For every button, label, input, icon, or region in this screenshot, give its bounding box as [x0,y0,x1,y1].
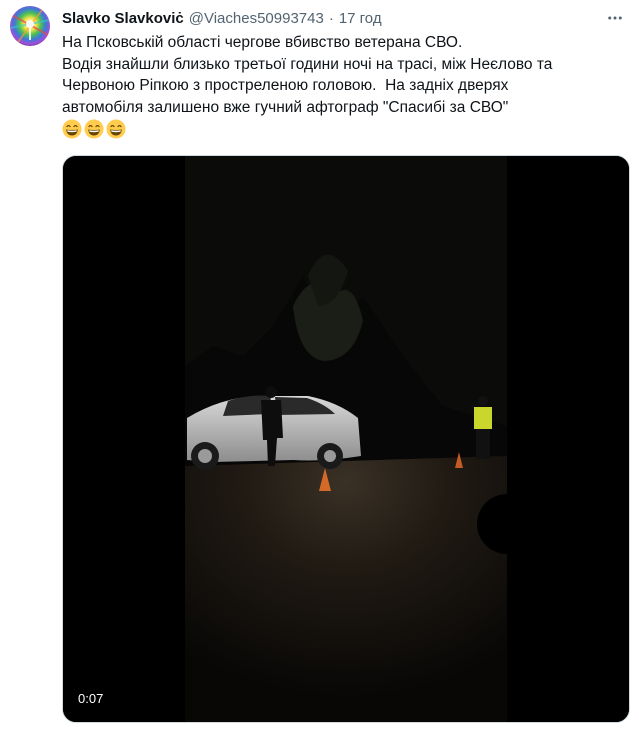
video-duration: 0:07 [78,691,104,706]
tweet-header: Slavko Slavkoviċ @Viaches50993743 · 17 г… [62,8,382,28]
video-player[interactable]: 0:07 [62,155,630,723]
tweet-text-line: На Псковській області чергове вбивство в… [62,34,463,51]
grinning-face-with-smiling-eyes-icon [84,119,104,139]
tweet-text-line: Водія знайшли близько третьої години ноч… [62,55,553,73]
grinning-face-with-smiling-eyes-icon [62,119,82,139]
more-options-button[interactable] [603,6,627,30]
video-frame [63,156,629,722]
avatar[interactable] [10,6,50,46]
emoji-row [62,119,622,139]
author-display-name[interactable]: Slavko Slavkoviċ [62,10,184,27]
tweet-timestamp[interactable]: 17 год [339,10,382,27]
tweet-text-line: Червоною Ріпкою з простреленою головою. … [62,77,509,94]
tweet-text: На Псковській області чергове вбивство в… [62,32,622,139]
author-handle[interactable]: @Viaches50993743 [189,10,324,27]
separator-dot: · [328,9,334,27]
grinning-face-with-smiling-eyes-icon [106,119,126,139]
tweet-text-line: автомобіля залишено вже гучний афтограф … [62,98,509,116]
more-horizontal-icon [608,16,622,20]
tweet[interactable]: Slavko Slavkoviċ @Viaches50993743 · 17 г… [0,0,639,735]
avatar-image [10,6,50,46]
